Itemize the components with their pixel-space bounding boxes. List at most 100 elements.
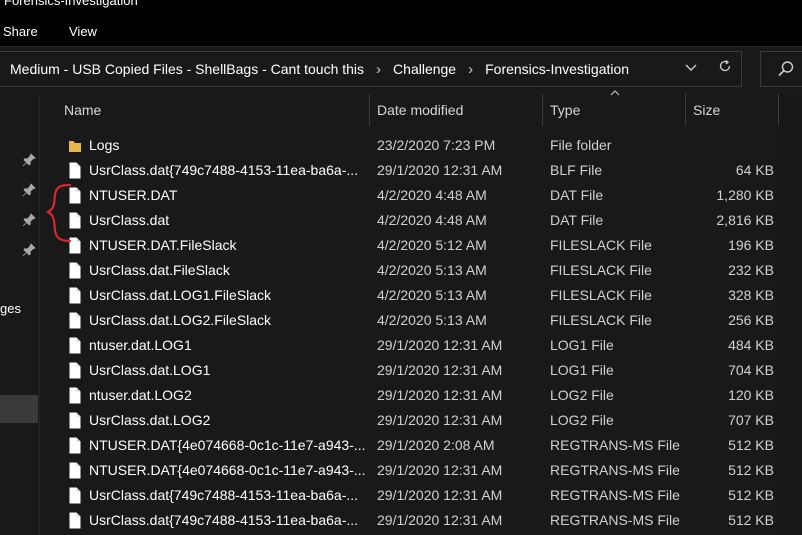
file-type: LOG1 File (550, 337, 614, 353)
file-size: 64 KB (735, 162, 774, 178)
file-name: ntuser.dat.LOG2 (89, 387, 192, 403)
file-icon (68, 412, 82, 429)
nav-item-selected[interactable] (0, 395, 38, 423)
file-name: UsrClass.dat.LOG2 (89, 412, 211, 428)
column-header-name[interactable]: Name (56, 94, 370, 126)
file-icon (68, 312, 82, 329)
refresh-icon[interactable] (715, 59, 735, 79)
file-type: LOG2 File (550, 412, 614, 428)
file-row[interactable]: Logs 23/2/2020 7:23 PM File folder (40, 133, 802, 158)
file-row[interactable]: UsrClass.dat{749c7488-4153-11ea-ba6a-...… (40, 508, 802, 533)
file-type: LOG2 File (550, 387, 614, 403)
chevron-right-icon[interactable]: › (468, 61, 473, 78)
file-row[interactable]: NTUSER.DAT 4/2/2020 4:48 AM DAT File 1,280 … (40, 183, 802, 208)
file-icon (68, 462, 82, 479)
file-size: 1,280 KB (716, 187, 774, 203)
file-type: LOG1 File (550, 362, 614, 378)
file-type: REGTRANS-MS File (550, 437, 680, 453)
file-name: UsrClass.dat.LOG2.FileSlack (89, 312, 272, 328)
file-row[interactable]: UsrClass.dat 4/2/2020 4:48 AM DAT File 2,81… (40, 208, 802, 233)
file-date-modified: 29/1/2020 12:31 AM (377, 162, 503, 178)
file-date-modified: 29/1/2020 2:08 AM (377, 437, 495, 453)
file-name: UsrClass.dat{749c7488-4153-11ea-ba6a-... (89, 162, 359, 178)
breadcrumb: Medium - USB Copied Files - ShellBags - … (10, 52, 629, 86)
file-type: REGTRANS-MS File (550, 512, 680, 528)
file-name: NTUSER.DAT.FileSlack (89, 237, 237, 253)
file-icon (68, 387, 82, 404)
file-row[interactable]: UsrClass.dat{749c7488-4153-11ea-ba6a-...… (40, 483, 802, 508)
file-icon (68, 287, 82, 304)
file-name: UsrClass.dat (89, 212, 170, 228)
file-row[interactable]: ntuser.dat.LOG1 29/1/2020 12:31 AM LOG1 Fi… (40, 333, 802, 358)
tab-share[interactable]: Share (3, 24, 38, 39)
file-row[interactable]: UsrClass.dat.LOG2.FileSlack 4/2/2020 5:13… (40, 308, 802, 333)
file-size: 512 KB (728, 437, 774, 453)
breadcrumb-item-medium[interactable]: Medium - USB Copied Files - ShellBags - … (10, 61, 364, 77)
column-header-type[interactable]: Type (542, 94, 686, 126)
file-date-modified: 4/2/2020 5:13 AM (377, 262, 487, 278)
navigation-pane[interactable]: ges (0, 94, 40, 535)
file-date-modified: 23/2/2020 7:23 PM (377, 137, 496, 153)
file-row[interactable]: NTUSER.DAT{4e074668-0c1c-11e7-a943-... 29… (40, 458, 802, 483)
file-row[interactable]: UsrClass.dat.LOG1 29/1/2020 12:31 AM LOG1 … (40, 358, 802, 383)
file-row[interactable]: UsrClass.dat.FileSlack 4/2/2020 5:13 AM FI… (40, 258, 802, 283)
file-name: UsrClass.dat.LOG1 (89, 362, 211, 378)
file-icon (68, 437, 82, 454)
title-bar: Forensics-Investigation (0, 0, 802, 12)
search-icon (778, 61, 794, 77)
pin-icon (22, 153, 36, 167)
file-name: NTUSER.DAT (89, 187, 178, 203)
file-size: 704 KB (728, 362, 774, 378)
file-icon (68, 162, 82, 179)
file-type: FILESLACK File (550, 262, 652, 278)
chevron-down-icon[interactable] (682, 60, 700, 78)
search-input[interactable] (760, 51, 802, 87)
column-header-row: Name Date modified Type Size (40, 90, 802, 126)
pin-icon (22, 243, 36, 257)
file-size: 512 KB (728, 462, 774, 478)
file-date-modified: 4/2/2020 4:48 AM (377, 212, 487, 228)
file-date-modified: 4/2/2020 5:13 AM (377, 287, 487, 303)
file-row[interactable]: NTUSER.DAT.FileSlack 4/2/2020 5:12 AM FILE… (40, 233, 802, 258)
breadcrumb-item-challenge[interactable]: Challenge (393, 61, 456, 77)
column-header-date[interactable]: Date modified (369, 94, 543, 126)
file-date-modified: 29/1/2020 12:31 AM (377, 487, 503, 503)
ribbon: Share View (0, 12, 802, 46)
annotation-bracket (45, 183, 72, 243)
column-header-size[interactable]: Size (685, 94, 779, 126)
file-type: BLF File (550, 162, 603, 178)
file-row[interactable]: UsrClass.dat.LOG1.FileSlack 4/2/2020 5:13… (40, 283, 802, 308)
file-type: DAT File (550, 187, 604, 203)
file-size: 328 KB (728, 287, 774, 303)
file-size: 512 KB (728, 487, 774, 503)
nav-item-label[interactable]: ges (0, 301, 21, 316)
file-date-modified: 29/1/2020 12:31 AM (377, 387, 503, 403)
file-type: FILESLACK File (550, 237, 652, 253)
file-icon (68, 487, 82, 504)
file-type: REGTRANS-MS File (550, 462, 680, 478)
chevron-right-icon[interactable]: › (376, 61, 381, 78)
file-size: 256 KB (728, 312, 774, 328)
file-size (686, 133, 774, 158)
tab-view[interactable]: View (69, 24, 97, 39)
pin-icon (22, 213, 36, 227)
file-date-modified: 29/1/2020 12:31 AM (377, 362, 503, 378)
address-toolbar: Medium - USB Copied Files - ShellBags - … (0, 47, 802, 94)
file-name: UsrClass.dat.LOG1.FileSlack (89, 287, 272, 303)
file-type: DAT File (550, 212, 604, 228)
file-size: 120 KB (728, 387, 774, 403)
file-size: 2,816 KB (716, 212, 774, 228)
file-size: 196 KB (728, 237, 774, 253)
file-name: UsrClass.dat.FileSlack (89, 262, 230, 278)
window-title: Forensics-Investigation (4, 0, 138, 8)
breadcrumb-item-forensics[interactable]: Forensics-Investigation (485, 61, 629, 77)
file-list: Logs 23/2/2020 7:23 PM File folder UsrClass… (40, 133, 802, 533)
file-row[interactable]: ntuser.dat.LOG2 29/1/2020 12:31 AM LOG2 Fi… (40, 383, 802, 408)
address-bar[interactable]: Medium - USB Copied Files - ShellBags - … (0, 51, 742, 87)
file-size: 484 KB (728, 337, 774, 353)
file-row[interactable]: NTUSER.DAT{4e074668-0c1c-11e7-a943-... 29… (40, 433, 802, 458)
file-row[interactable]: UsrClass.dat.LOG2 29/1/2020 12:31 AM LOG2 … (40, 408, 802, 433)
file-row[interactable]: UsrClass.dat{749c7488-4153-11ea-ba6a-...… (40, 158, 802, 183)
file-name: NTUSER.DAT{4e074668-0c1c-11e7-a943-... (89, 437, 365, 453)
folder-icon (68, 137, 82, 154)
